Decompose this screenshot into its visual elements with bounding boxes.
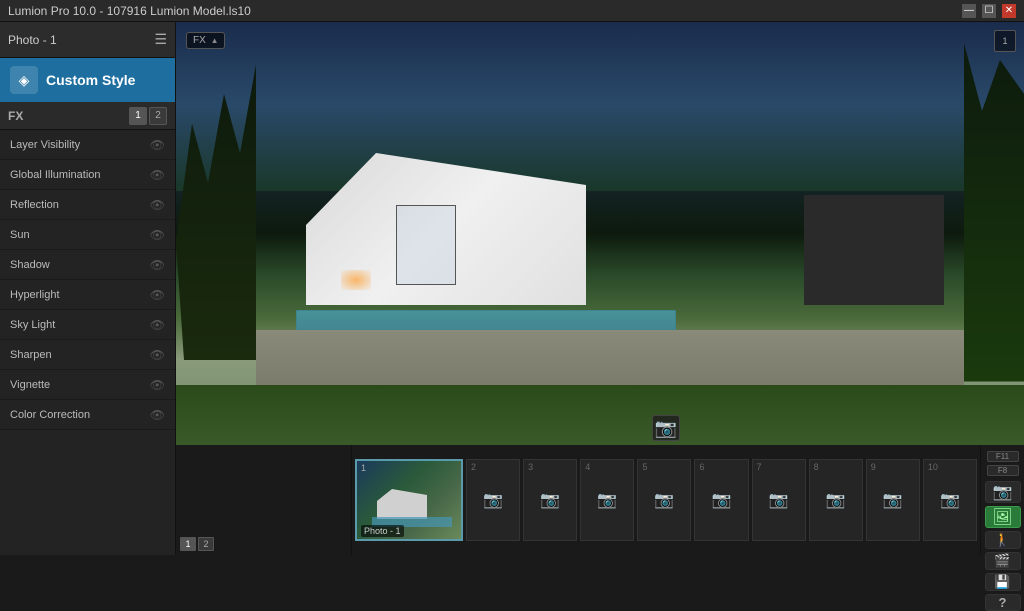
house-dark <box>804 195 944 305</box>
filmstrip-container: 1 Photo - 1 2 📷 3 📷 4 📷 <box>352 445 980 555</box>
fx-item-shadow[interactable]: Shadow 👁 <box>0 250 175 280</box>
eye-icon: 👁 <box>150 168 165 182</box>
filmstrip-cell-9[interactable]: 9 📷 <box>866 459 920 541</box>
fx-tabs: 1 2 <box>129 107 167 125</box>
render-background <box>176 22 1024 445</box>
panel-header: Photo - 1 ☰ <box>0 22 175 58</box>
eye-icon: 👁 <box>150 228 165 242</box>
fx-tab-2[interactable]: 2 <box>149 107 167 125</box>
fx-item-name: Sun <box>10 229 30 241</box>
fx-item-name: Layer Visibility <box>10 139 80 151</box>
f8-button[interactable]: F8 <box>987 465 1019 476</box>
filmstrip-area: 📷 1 Photo - 1 2 <box>352 445 980 555</box>
filmstrip-cell-4[interactable]: 4 📷 <box>580 459 634 541</box>
main-layout: Photo - 1 ☰ ◈ Custom Style FX 1 2 Layer … <box>0 22 1024 555</box>
custom-style-label: Custom Style <box>46 72 135 88</box>
save-button[interactable]: 💾 <box>985 573 1021 591</box>
gallery-button[interactable]: 🖼 <box>985 506 1021 528</box>
light-glow <box>341 270 371 290</box>
fx-tab-1[interactable]: 1 <box>129 107 147 125</box>
help-button[interactable]: ? <box>985 594 1021 611</box>
cell-number-1: 1 <box>361 463 366 473</box>
fx-item-name: Vignette <box>10 379 50 391</box>
f11-button[interactable]: F11 <box>987 451 1019 462</box>
fx-badge: FX ▲ <box>186 32 225 49</box>
page-2-button[interactable]: 2 <box>198 537 214 551</box>
fx-item-name: Color Correction <box>10 409 90 421</box>
fx-item-name: Hyperlight <box>10 289 60 301</box>
eye-icon: 👁 <box>150 318 165 332</box>
fx-item-hyperlight[interactable]: Hyperlight 👁 <box>0 280 175 310</box>
fx-item-name: Sharpen <box>10 349 52 361</box>
fx-item-reflection[interactable]: Reflection 👁 <box>0 190 175 220</box>
fx-item-global-illumination[interactable]: Global Illumination 👁 <box>0 160 175 190</box>
eye-icon: 👁 <box>150 258 165 272</box>
custom-style-icon: ◈ <box>10 66 38 94</box>
panel-menu-icon[interactable]: ☰ <box>154 31 167 48</box>
fx-list: Layer Visibility 👁 Global Illumination 👁… <box>0 130 175 555</box>
corner-badge: 1 <box>994 30 1016 52</box>
bottom-section: 1 2 📷 1 Phot <box>176 445 1024 555</box>
custom-style-header[interactable]: ◈ Custom Style <box>0 58 175 102</box>
sky-layer <box>176 22 1024 191</box>
fx-bar: FX 1 2 <box>0 102 175 130</box>
fx-item-sky-light[interactable]: Sky Light 👁 <box>0 310 175 340</box>
filmstrip-cell-6[interactable]: 6 📷 <box>694 459 748 541</box>
fx-item-name: Sky Light <box>10 319 55 331</box>
fx-item-sun[interactable]: Sun 👁 <box>0 220 175 250</box>
close-button[interactable]: ✕ <box>1002 4 1016 18</box>
window-controls[interactable]: — ☐ ✕ <box>962 4 1016 18</box>
filmstrip-camera-button[interactable]: 📷 <box>652 415 680 441</box>
title-bar: Lumion Pro 10.0 - 107916 Lumion Model.ls… <box>0 0 1024 22</box>
fx-label: FX <box>8 109 23 123</box>
filmstrip-cell-2[interactable]: 2 📷 <box>466 459 520 541</box>
fx-item-color-correction[interactable]: Color Correction 👁 <box>0 400 175 430</box>
eye-icon: 👁 <box>150 408 165 422</box>
bottom-left-panel: 1 2 <box>176 445 352 555</box>
page-buttons: 1 2 <box>180 537 347 551</box>
center-area: FX ▲ 1 Updating preview 15/16 ⇔ 📷 − 9.97… <box>176 22 1024 555</box>
left-panel: Photo - 1 ☰ ◈ Custom Style FX 1 2 Layer … <box>0 22 176 555</box>
page-1-button[interactable]: 1 <box>180 537 196 551</box>
patio <box>256 330 964 390</box>
filmstrip-cell-10[interactable]: 10 📷 <box>923 459 977 541</box>
eye-icon: 👁 <box>150 378 165 392</box>
bottom-right-toolbar: F11 F8 📷 🖼 🚶 🎬 💾 ? <box>980 445 1024 555</box>
photo-capture-button[interactable]: 📷 <box>985 481 1021 503</box>
eye-icon: 👁 <box>150 348 165 362</box>
viewport[interactable]: FX ▲ 1 Updating preview 15/16 ⇔ 📷 − 9.97… <box>176 22 1024 445</box>
minimize-button[interactable]: — <box>962 4 976 18</box>
filmstrip-cell-3[interactable]: 3 📷 <box>523 459 577 541</box>
eye-icon: 👁 <box>150 138 165 152</box>
fx-item-name: Global Illumination <box>10 169 101 181</box>
fx-item-layer-visibility[interactable]: Layer Visibility 👁 <box>0 130 175 160</box>
viewport-area: FX ▲ 1 Updating preview 15/16 ⇔ 📷 − 9.97… <box>176 22 1024 445</box>
fx-item-vignette[interactable]: Vignette 👁 <box>0 370 175 400</box>
eye-icon: 👁 <box>150 198 165 212</box>
fx-item-name: Shadow <box>10 259 50 271</box>
window-title: Lumion Pro 10.0 - 107916 Lumion Model.ls… <box>8 4 251 18</box>
cell-label-1: Photo - 1 <box>361 525 404 537</box>
window-glass <box>396 205 456 285</box>
panel-title: Photo - 1 <box>8 33 57 47</box>
filmstrip-cell-5[interactable]: 5 📷 <box>637 459 691 541</box>
eye-icon: 👁 <box>150 288 165 302</box>
filmstrip-cell-8[interactable]: 8 📷 <box>809 459 863 541</box>
filmstrip-cell-7[interactable]: 7 📷 <box>752 459 806 541</box>
filmstrip-cell-1[interactable]: 1 Photo - 1 <box>355 459 463 541</box>
fx-item-name: Reflection <box>10 199 59 211</box>
maximize-button[interactable]: ☐ <box>982 4 996 18</box>
person-button[interactable]: 🚶 <box>985 531 1021 549</box>
fx-item-sharpen[interactable]: Sharpen 👁 <box>0 340 175 370</box>
grass <box>176 385 1024 445</box>
trees-right <box>964 43 1024 381</box>
